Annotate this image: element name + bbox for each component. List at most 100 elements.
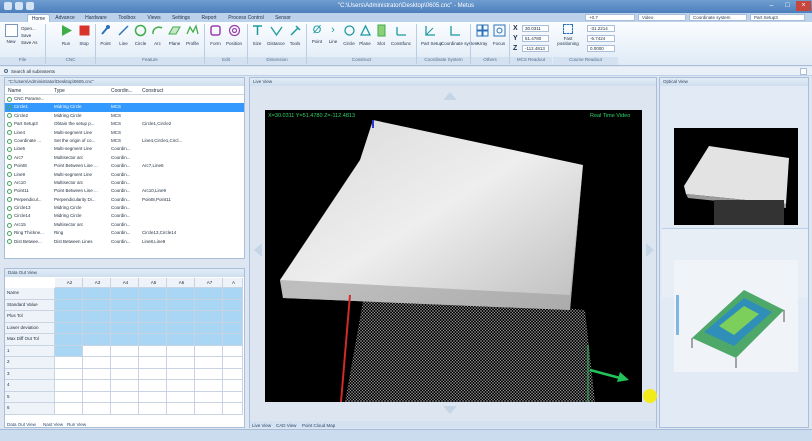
tab-process-control[interactable]: Process Control [224, 14, 268, 22]
grid-cell[interactable] [111, 368, 139, 380]
grid-cell[interactable] [195, 391, 223, 403]
pan-left-icon[interactable] [254, 243, 262, 257]
grid-cell[interactable] [139, 357, 167, 369]
feature-line-button[interactable]: Line [116, 24, 131, 58]
close-button[interactable]: × [796, 1, 811, 11]
grid-cell[interactable] [111, 403, 139, 415]
tab-nast[interactable]: Nast View [43, 421, 63, 428]
position-button[interactable]: Position [225, 24, 243, 58]
part-setup-combo[interactable]: Part Setup3 [750, 14, 805, 21]
grid-cell[interactable] [223, 380, 243, 392]
grid-cell[interactable] [167, 334, 195, 346]
grid-cell[interactable] [111, 391, 139, 403]
pan-up-icon[interactable] [443, 92, 457, 100]
grid-cell[interactable] [55, 299, 83, 311]
grid-cell[interactable] [167, 357, 195, 369]
grid-cell[interactable] [195, 288, 223, 300]
tree-row[interactable]: Coordinate ... Set the origin of co... MCS… [5, 137, 244, 145]
grid-cell[interactable] [83, 357, 111, 369]
grid-cell[interactable] [167, 391, 195, 403]
grid-cell[interactable] [223, 334, 243, 346]
tab-point-cloud[interactable]: Point Cloud Map [302, 422, 335, 429]
grid-cell[interactable] [223, 391, 243, 403]
grid-cell[interactable] [83, 368, 111, 380]
stop-button[interactable]: Stop [76, 24, 92, 58]
pan-right-icon[interactable] [646, 243, 654, 257]
grid-cell[interactable] [55, 403, 83, 415]
grid-cell[interactable] [195, 311, 223, 323]
grid-cell[interactable] [223, 357, 243, 369]
tree-row[interactable]: CNC Parame... [5, 95, 244, 103]
part-setup-button[interactable]: Part Setup [421, 24, 442, 58]
grid-cell[interactable] [195, 368, 223, 380]
grid-cell[interactable] [55, 380, 83, 392]
coordinate-system-combo[interactable]: Coordinate system [689, 14, 747, 21]
tree-row[interactable]: Point11 Point Between Line ... Coordin... A… [5, 187, 244, 195]
tab-data-out[interactable]: Data Out View [7, 421, 36, 428]
grid-cell[interactable] [55, 368, 83, 380]
grid-cell[interactable] [55, 391, 83, 403]
new-button[interactable]: New [3, 24, 19, 58]
tab-report[interactable]: Report [198, 14, 220, 22]
grid-cell[interactable] [83, 334, 111, 346]
grid-cell[interactable] [139, 368, 167, 380]
grid-cell[interactable] [83, 299, 111, 311]
grid-cell[interactable] [167, 403, 195, 415]
feature-profile-button[interactable]: Profile [184, 24, 201, 58]
grid-cell[interactable] [111, 380, 139, 392]
array-button[interactable]: Array [474, 24, 490, 58]
grid-cell[interactable] [111, 357, 139, 369]
tree-row[interactable]: Arc15 Multisector arc Coordin... [5, 221, 244, 229]
feature-plane-button[interactable]: Plane [167, 24, 182, 58]
minimize-button[interactable]: – [764, 1, 779, 11]
grid-cell[interactable] [83, 322, 111, 334]
grid-cell[interactable] [195, 357, 223, 369]
grid-cell[interactable] [55, 288, 83, 300]
feature-arc-button[interactable]: Arc [150, 24, 165, 58]
tree-row[interactable]: Arc7 Multisector arc Coordin... [5, 154, 244, 162]
tree-row[interactable]: Ring Thickne... Ring Coordin... Circle13,Ci… [5, 229, 244, 237]
grid-cell[interactable] [111, 345, 139, 357]
tab-home[interactable]: Home [27, 14, 50, 22]
grid-cell[interactable] [83, 403, 111, 415]
grid-cell[interactable] [83, 345, 111, 357]
grid-cell[interactable] [167, 322, 195, 334]
construct-line-button[interactable]: › Line [326, 24, 340, 58]
grid-cell[interactable] [83, 288, 111, 300]
tree-row[interactable]: Line5 Multi-segment Line Coordin... [5, 145, 244, 153]
size-button[interactable]: Size [250, 24, 264, 58]
grid-cell[interactable] [111, 322, 139, 334]
tab-views[interactable]: Views [143, 14, 165, 22]
tab-run[interactable]: Run View [67, 421, 86, 428]
tree-row[interactable]: Circle14 Midring Circle Coordin... [5, 212, 244, 220]
grid-cell[interactable] [83, 391, 111, 403]
grid-cell[interactable] [139, 288, 167, 300]
tree-row[interactable]: Circle1 Midring Circle MCS [5, 103, 244, 112]
maximize-button[interactable]: □ [780, 1, 795, 11]
grid-cell[interactable] [167, 380, 195, 392]
grid-cell[interactable] [223, 368, 243, 380]
constfunc-button[interactable]: Constfunc [390, 24, 412, 58]
save-button[interactable]: Save [21, 32, 38, 39]
grid-cell[interactable] [55, 357, 83, 369]
feature-point-button[interactable]: Point [98, 24, 113, 58]
grid-cell[interactable] [223, 288, 243, 300]
tab-sensor[interactable]: Sensor [272, 14, 294, 22]
pan-down-icon[interactable] [443, 406, 457, 414]
grid-cell[interactable] [111, 311, 139, 323]
tree-row[interactable]: Part Setup3 Obtain the setup p... MCS Circl… [5, 120, 244, 128]
tab-toolbox[interactable]: Toolbox [114, 14, 140, 22]
grid-cell[interactable] [55, 311, 83, 323]
search-input[interactable]: Search all subinstents [11, 69, 55, 74]
view-combo[interactable]: Video [638, 14, 686, 21]
construct-plane-button[interactable]: Plane [358, 24, 372, 58]
fast-positioning-button[interactable]: Fast positioning [553, 24, 583, 58]
save-as-button[interactable]: Save As [21, 39, 38, 46]
open-button[interactable]: Open... [21, 25, 38, 32]
zoom-combo[interactable]: +0.7 [585, 14, 635, 21]
3d-viewport[interactable]: X=30.0311 Y=51.4780 Z=-112.4813 Real Tim… [265, 110, 642, 403]
grid-cell[interactable] [83, 311, 111, 323]
grid-cell[interactable] [195, 403, 223, 415]
grid-cell[interactable] [167, 311, 195, 323]
grid-cell[interactable] [195, 322, 223, 334]
